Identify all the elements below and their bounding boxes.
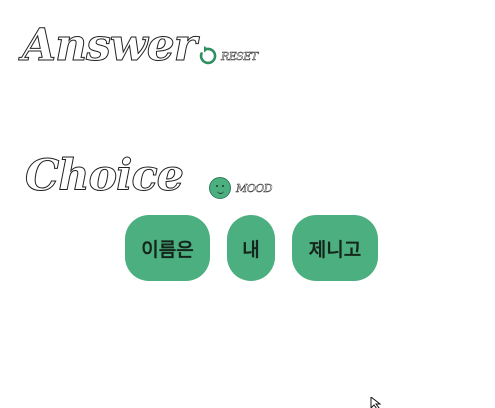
choice-title: Choice [24, 151, 184, 201]
smiley-icon [209, 177, 231, 199]
choice-button-3[interactable]: 제니고 [292, 215, 378, 281]
choice-button-1[interactable]: 이름은 [125, 215, 210, 281]
reset-label: RESET [221, 49, 259, 63]
mouse-pointer-icon [370, 397, 382, 408]
choice-list: 이름은 내 제니고 [125, 215, 378, 281]
mood-button[interactable]: MOOD [209, 177, 273, 199]
mood-label: MOOD [236, 181, 273, 195]
reset-icon [199, 46, 217, 65]
choice-button-2[interactable]: 내 [227, 215, 275, 281]
answer-title: Answer [22, 20, 198, 71]
reset-button[interactable]: RESET [195, 44, 258, 68]
